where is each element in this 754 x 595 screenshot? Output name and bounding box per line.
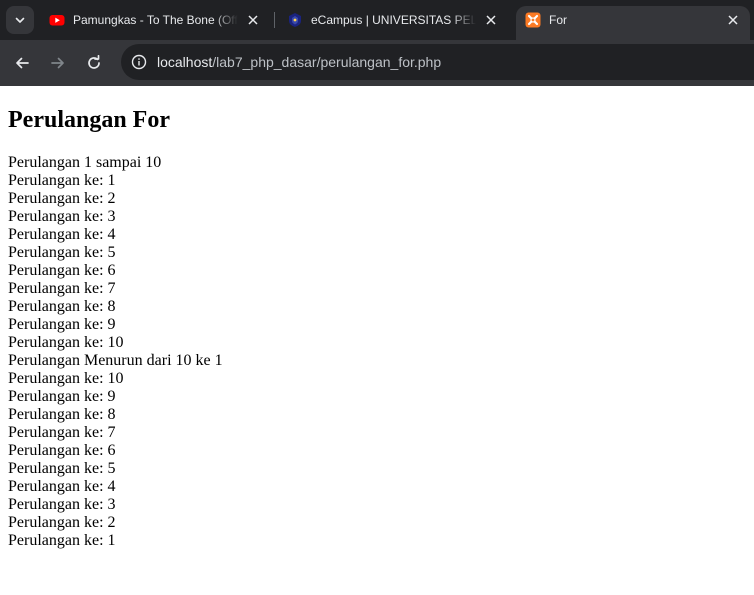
output-line: Perulangan ke: 10 <box>8 334 124 351</box>
output-line: Perulangan ke: 5 <box>8 460 116 477</box>
output-line: Perulangan ke: 9 <box>8 388 116 405</box>
output-line: Perulangan ke: 6 <box>8 442 116 459</box>
output-line: Perulangan ke: 8 <box>8 406 116 423</box>
output-line: Perulangan ke: 3 <box>8 208 116 225</box>
output-line: Perulangan ke: 2 <box>8 514 116 531</box>
output-line: Perulangan Menurun dari 10 ke 1 <box>8 352 223 369</box>
page-heading: Perulangan For <box>8 107 170 133</box>
xampp-icon <box>525 12 541 28</box>
reload-icon <box>88 55 100 69</box>
output-line: Perulangan ke: 5 <box>8 244 116 261</box>
output-lines: Perulangan 1 sampai 10 Perulangan ke: 1 Pe… <box>8 154 746 550</box>
tab-strip: Pamungkas - To The Bone (Official eCampu… <box>0 0 754 40</box>
tab-title: For <box>549 13 567 27</box>
tab-title: Pamungkas - To The Bone (Official <box>73 13 238 27</box>
tab-ecampus[interactable]: eCampus | UNIVERSITAS PELITA <box>278 6 508 34</box>
info-icon <box>131 54 147 70</box>
output-line: Perulangan ke: 10 <box>8 370 124 387</box>
arrow-right-icon <box>51 57 64 69</box>
page-content: Perulangan For Perulangan 1 sampai 10 Per… <box>0 105 754 550</box>
reload-button[interactable] <box>79 48 109 78</box>
tab-search-button[interactable] <box>6 6 34 34</box>
url-path: /lab7_php_dasar/perulangan_for.php <box>212 54 442 70</box>
browser-toolbar: localhost/lab7_php_dasar/perulangan_for.… <box>0 40 754 86</box>
output-line: Perulangan ke: 9 <box>8 316 116 333</box>
url-host: localhost <box>157 54 213 70</box>
output-line: Perulangan ke: 3 <box>8 496 116 513</box>
close-tab-icon[interactable] <box>244 11 262 29</box>
url-text[interactable]: localhost/lab7_php_dasar/perulangan_for.… <box>157 54 441 70</box>
output-line: Perulangan ke: 1 <box>8 532 116 549</box>
tab-separator <box>274 12 275 28</box>
output-line: Perulangan ke: 4 <box>8 478 116 495</box>
output-line: Perulangan ke: 2 <box>8 190 116 207</box>
output-line: Perulangan ke: 4 <box>8 226 116 243</box>
output-line: Perulangan 1 sampai 10 <box>8 154 162 171</box>
arrow-left-icon <box>16 57 29 69</box>
forward-button[interactable] <box>43 48 73 78</box>
output-line: Perulangan ke: 6 <box>8 262 116 279</box>
youtube-icon <box>49 12 65 28</box>
output-line: Perulangan ke: 1 <box>8 172 116 189</box>
tab-for-active[interactable]: For <box>516 6 750 40</box>
back-button[interactable] <box>7 48 37 78</box>
close-tab-icon[interactable] <box>482 11 500 29</box>
close-tab-icon[interactable] <box>724 11 742 29</box>
campus-logo-icon <box>287 12 303 28</box>
chevron-down-icon <box>15 17 25 23</box>
output-line: Perulangan ke: 7 <box>8 424 116 441</box>
tab-youtube[interactable]: Pamungkas - To The Bone (Official <box>40 6 270 34</box>
address-bar[interactable]: localhost/lab7_php_dasar/perulangan_for.… <box>121 44 754 80</box>
site-info-button[interactable] <box>126 49 152 75</box>
output-line: Perulangan ke: 7 <box>8 280 116 297</box>
output-line: Perulangan ke: 8 <box>8 298 116 315</box>
tab-title: eCampus | UNIVERSITAS PELITA <box>311 13 476 27</box>
